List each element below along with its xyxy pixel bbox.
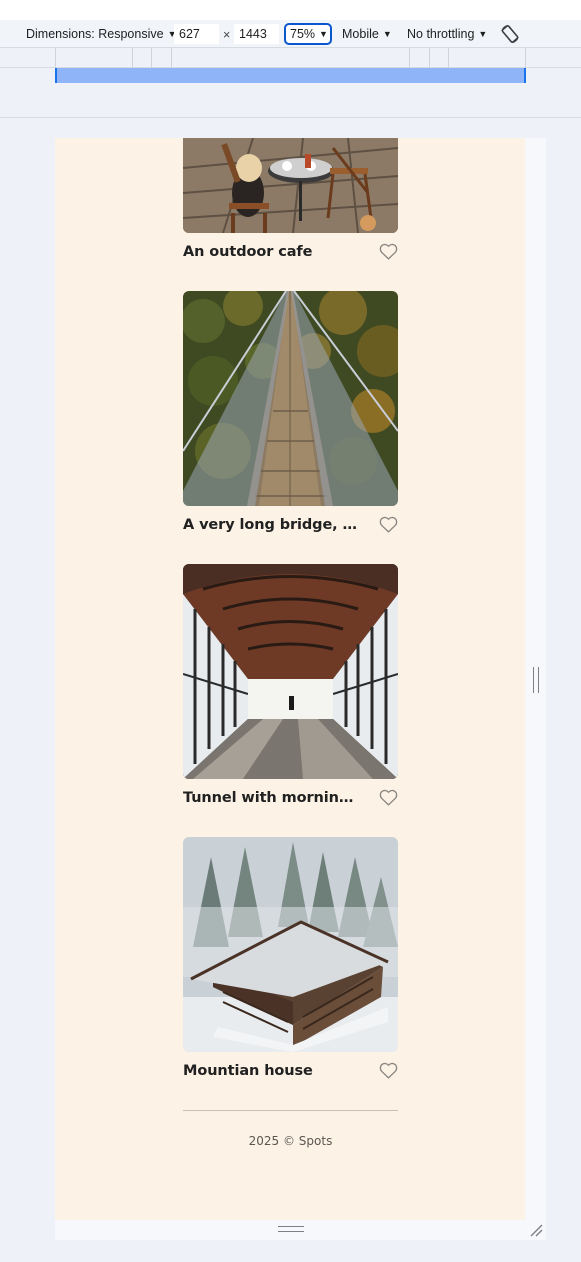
resize-corner-icon[interactable]: [529, 1223, 543, 1237]
ruler-tick: [151, 48, 152, 68]
divider: [0, 117, 581, 118]
card-title: A very long bridge, over the forest and …: [183, 517, 361, 533]
ruler-tick: [448, 48, 449, 68]
ruler-tick: [55, 48, 56, 68]
caret-down-icon: ▼: [319, 29, 328, 39]
zoom-label: 75%: [290, 27, 316, 41]
dimensions-label: Dimensions: Responsive: [26, 27, 164, 41]
footer-divider: [183, 1110, 398, 1111]
device-mode-label: Mobile: [342, 27, 379, 41]
card-image[interactable]: [183, 564, 398, 779]
card-image[interactable]: [183, 837, 398, 1052]
ruler-tick: [409, 48, 410, 68]
card-tunnel: Tunnel with morning light: [183, 564, 398, 808]
card-title: An outdoor cafe: [183, 244, 313, 260]
times-sign: ×: [223, 28, 231, 42]
resize-handle-bottom[interactable]: [278, 1226, 304, 1232]
card-footer: An outdoor cafe: [183, 242, 398, 262]
card-image[interactable]: [183, 291, 398, 506]
ruler-tick: [171, 48, 172, 68]
caret-down-icon: ▼: [382, 29, 392, 39]
card-footer: Mountian house: [183, 1061, 398, 1081]
dimensions-dropdown[interactable]: Dimensions: Responsive ▼: [26, 26, 176, 42]
resize-handle-right[interactable]: [533, 667, 539, 693]
card-mountain-house: Mountian house: [183, 837, 398, 1081]
card-footer: A very long bridge, over the forest and …: [183, 515, 398, 535]
media-query-bar[interactable]: [55, 68, 526, 83]
card-image[interactable]: [183, 138, 398, 233]
card-title: Tunnel with morning light: [183, 790, 361, 806]
card-outdoor-cafe: An outdoor cafe: [183, 138, 398, 262]
heart-outline-icon[interactable]: [379, 789, 398, 806]
footer-copyright: 2025 © Spots: [248, 1134, 333, 1148]
caret-down-icon: ▼: [478, 29, 488, 39]
device-mode-dropdown[interactable]: Mobile ▼: [342, 26, 392, 42]
browser-top-strip: [0, 0, 581, 20]
heart-outline-icon[interactable]: [379, 243, 398, 260]
device-toolbar: Dimensions: Responsive ▼ 627 × 1443 75% ▼ …: [0, 20, 581, 48]
width-input[interactable]: 627: [174, 24, 219, 44]
height-input[interactable]: 1443: [234, 24, 279, 44]
ruler-tick: [132, 48, 133, 68]
throttling-dropdown[interactable]: No throttling ▼: [407, 26, 487, 42]
ruler-tick: [525, 48, 526, 68]
card-bridge: A very long bridge, over the forest and …: [183, 291, 398, 535]
card-footer: Tunnel with morning light: [183, 788, 398, 808]
heart-outline-icon[interactable]: [379, 1062, 398, 1079]
rotate-icon[interactable]: [499, 23, 521, 45]
page-content: An outdoor cafe A very long bridge, ov T…: [55, 138, 525, 1220]
heart-outline-icon[interactable]: [379, 516, 398, 533]
device-viewport: An outdoor cafe A very long bridge, ov T…: [55, 138, 546, 1240]
media-query-ruler: [0, 48, 581, 68]
zoom-dropdown[interactable]: 75% ▼: [284, 23, 332, 45]
card-title: Mountian house: [183, 1063, 313, 1079]
ruler-tick: [429, 48, 430, 68]
throttling-label: No throttling: [407, 27, 475, 41]
